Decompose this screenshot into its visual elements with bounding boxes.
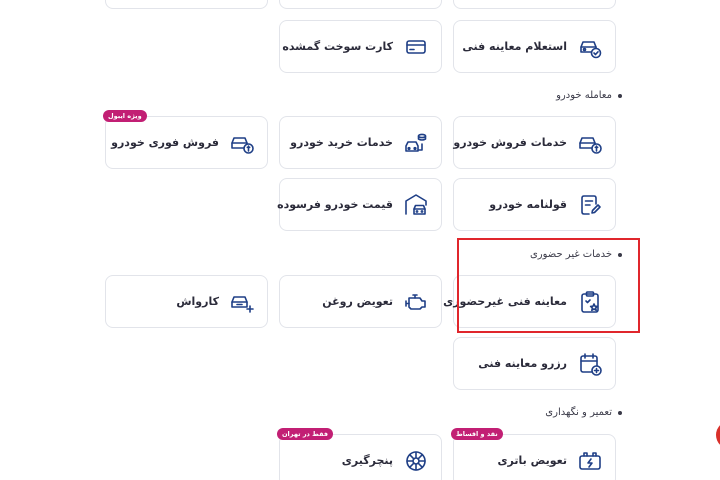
card-inquiry-inspection[interactable]: استعلام معاینه فنی	[453, 20, 616, 73]
card-partial-1[interactable]	[453, 0, 616, 9]
card-car-wash[interactable]: کارواش	[105, 275, 268, 328]
car-check-icon	[577, 34, 603, 60]
section-title-car-deal: معامله خودرو	[556, 90, 622, 101]
card-oil-change[interactable]: تعویض روغن	[279, 275, 442, 328]
credit-card-icon	[403, 34, 429, 60]
car-money-icon	[577, 130, 603, 156]
car-money-icon	[229, 130, 255, 156]
engine-icon	[403, 289, 429, 315]
calendar-add-icon	[577, 351, 603, 377]
card-label: رزرو معاینه فنی	[478, 357, 567, 370]
card-label: خدمات فروش خودرو	[453, 136, 567, 149]
bullet-icon	[618, 410, 622, 415]
card-label: قیمت خودرو فرسوده	[277, 198, 393, 211]
card-puncture[interactable]: فقط در تهران پنچرگیری	[277, 428, 442, 480]
bullet-icon	[618, 252, 622, 257]
floating-action-button[interactable]	[716, 421, 720, 449]
card-label: فروش فوری خودرو	[111, 136, 219, 149]
card-reserve-inspection[interactable]: رزرو معاینه فنی	[453, 337, 616, 390]
card-label: تعویض باتری	[497, 454, 567, 467]
card-partial-3[interactable]	[105, 0, 268, 9]
card-used-car-price[interactable]: قیمت خودرو فرسوده	[277, 178, 442, 231]
garage-car-icon	[403, 192, 429, 218]
card-instant-sale[interactable]: ویژه ایبول فروش فوری خودرو	[103, 110, 268, 169]
document-edit-icon	[577, 192, 603, 218]
card-remote-inspection[interactable]: معاینه فنی غیرحضوری	[443, 275, 616, 328]
card-lost-fuel-card[interactable]: کارت سوخت گمشده	[279, 20, 442, 73]
card-battery-change[interactable]: نقد و اقساط تعویض باتری	[451, 428, 616, 480]
card-label: کارواش	[176, 295, 219, 308]
card-label: معاینه فنی غیرحضوری	[443, 295, 567, 308]
section-title-repair: تعمیر و نگهداری	[545, 407, 622, 418]
card-car-contract[interactable]: قولنامه خودرو	[453, 178, 616, 231]
battery-icon	[577, 448, 603, 474]
bullet-icon	[618, 93, 622, 98]
card-label: قولنامه خودرو	[489, 198, 567, 211]
card-buy-services[interactable]: خدمات خرید خودرو	[279, 116, 442, 169]
card-label: تعویض روغن	[322, 295, 393, 308]
card-sell-services[interactable]: خدمات فروش خودرو	[453, 116, 616, 169]
badge-tehran-only: فقط در تهران	[277, 428, 334, 440]
badge-installments: نقد و اقساط	[451, 428, 503, 440]
card-label: پنچرگیری	[341, 454, 393, 467]
card-label: استعلام معاینه فنی	[462, 40, 567, 53]
card-label: کارت سوخت گمشده	[282, 40, 393, 53]
clipboard-star-icon	[577, 289, 603, 315]
wheel-icon	[403, 448, 429, 474]
car-coins-icon	[403, 130, 429, 156]
car-sparkle-icon	[229, 289, 255, 315]
card-label: خدمات خرید خودرو	[290, 136, 393, 149]
card-partial-2[interactable]	[279, 0, 442, 9]
badge-special: ویژه ایبول	[103, 110, 147, 122]
section-title-remote: خدمات غیر حضوری	[530, 249, 622, 260]
